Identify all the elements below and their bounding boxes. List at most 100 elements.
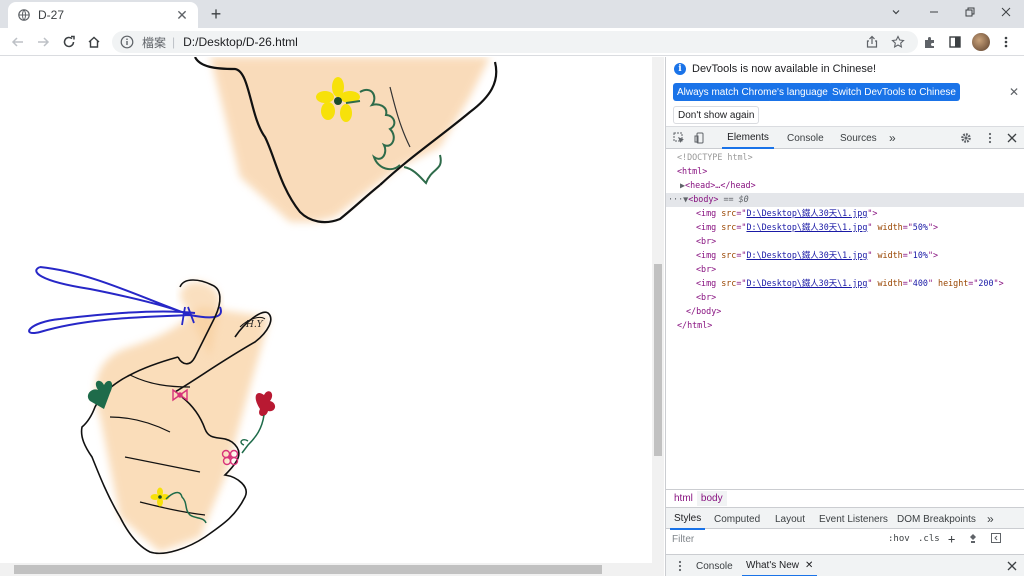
img-src-link[interactable]: D:\Desktop\鐵人30天\1.jpg [746,250,867,260]
page-vertical-scrollbar[interactable] [652,57,664,563]
profile-avatar[interactable] [972,33,990,51]
globe-icon [18,9,30,21]
more-tabs-chevron[interactable]: » [889,127,896,149]
elements-dom-tree: <!DOCTYPE html> <html> ▶<head>…</head> ·… [666,149,1024,489]
new-tab-button[interactable]: + [206,4,226,24]
kebab-menu-icon[interactable] [996,32,1016,52]
scrollbar-thumb[interactable] [654,264,662,456]
tab-computed[interactable]: Computed [714,508,760,530]
dont-show-again-button[interactable]: Don't show again [673,106,760,124]
upper-hand-drawing [194,57,498,224]
always-match-language-button[interactable]: Always match Chrome's language [673,83,832,101]
more-tabs-chevron[interactable]: » [987,508,994,530]
dom-img-4[interactable]: <img src="D:\Desktop\鐵人30天\1.jpg" width=… [666,277,1024,291]
tab-console[interactable]: Console [787,127,824,149]
breadcrumb: html body [666,489,1024,507]
tab-title: D-27 [38,8,65,22]
restore-icon[interactable] [952,0,988,24]
dom-img-2[interactable]: <img src="D:\Desktop\鐵人30天\1.jpg" width=… [666,221,1024,235]
drawer-tab-whats-new[interactable]: What's New ✕ [742,555,818,576]
height-value: 200 [978,278,994,288]
toggle-sidebar-icon[interactable] [991,532,1001,546]
add-rule-icon[interactable]: + [948,532,955,546]
home-icon[interactable] [84,32,104,52]
forward-arrow-icon[interactable] [33,32,53,52]
whats-new-label: What's New [746,559,800,571]
language-notice-bar: i DevTools is now available in Chinese! … [666,57,1024,127]
devtools-menu-icon[interactable] [982,130,998,146]
dom-img-1[interactable]: <img src="D:\Desktop\鐵人30天\1.jpg"> [666,207,1024,221]
paint-bucket-icon[interactable] [968,533,978,546]
tab-search-icon[interactable] [878,0,914,24]
extensions-puzzle-icon[interactable] [920,32,940,52]
url-divider: | [172,35,176,49]
img-src-link[interactable]: D:\Desktop\鐵人30天\1.jpg [746,278,867,288]
close-drawer-icon[interactable] [1004,558,1020,574]
share-icon[interactable] [862,32,882,52]
reload-icon[interactable] [59,32,79,52]
tab-sources[interactable]: Sources [840,127,877,149]
doctype-text: <!DOCTYPE html> [677,152,753,162]
url-scheme-label: 檔案 [142,35,167,50]
page-viewport: H.Y [0,57,652,563]
close-tab-icon[interactable]: ✕ [174,7,190,23]
class-toggle[interactable]: .cls [918,534,940,544]
dom-br[interactable]: <br> [666,263,1024,277]
bookmark-star-icon[interactable] [888,32,908,52]
close-notice-icon[interactable]: ✕ [1009,85,1019,99]
drawer-tab-bar: Console What's New ✕ [666,554,1024,576]
side-panel-icon[interactable] [945,32,965,52]
styles-filter-input[interactable]: Filter [672,534,694,545]
br-tag: <br> [696,264,717,274]
close-window-icon[interactable] [988,0,1024,24]
hover-state-toggle[interactable]: :hov [888,534,910,544]
drawer-menu-icon[interactable] [672,558,688,574]
selected-marker: == $0 [723,194,749,204]
dom-html-close[interactable]: </html> [666,319,1024,333]
inspect-element-icon[interactable] [671,130,687,146]
breadcrumb-body[interactable]: body [696,491,727,506]
width-value: 50% [912,222,928,232]
scrollbar-thumb[interactable] [14,565,602,574]
dom-html-open[interactable]: <html> [666,165,1024,179]
minimize-icon[interactable] [916,0,952,24]
info-icon: i [674,63,686,75]
devtools-panel: i DevTools is now available in Chinese! … [665,57,1024,576]
back-arrow-icon[interactable] [8,32,28,52]
dom-head[interactable]: ▶<head>…</head> [666,179,1024,193]
dom-img-3[interactable]: <img src="D:\Desktop\鐵人30天\1.jpg" width=… [666,249,1024,263]
styles-tab-bar: Styles Computed Layout Event Listeners D… [666,507,1024,530]
tab-elements[interactable]: Elements [722,127,774,149]
drawer-tab-console[interactable]: Console [696,555,733,576]
tab-layout[interactable]: Layout [775,508,805,530]
notice-message: i DevTools is now available in Chinese! [674,63,876,75]
notice-text: DevTools is now available in Chinese! [692,63,877,75]
width-value: 10% [912,250,928,260]
dom-body-selected[interactable]: ···▼<body> == $0 [666,193,1024,207]
img-src-link[interactable]: D:\Desktop\鐵人30天\1.jpg [746,208,867,218]
dom-doctype[interactable]: <!DOCTYPE html> [666,151,1024,165]
body-open-tag: <body> [688,194,719,204]
switch-to-chinese-button[interactable]: Switch DevTools to Chinese [828,83,960,101]
tab-dom-breakpoints[interactable]: DOM Breakpoints [897,508,976,530]
breadcrumb-html[interactable]: html [670,491,697,506]
img-src-link[interactable]: D:\Desktop\鐵人30天\1.jpg [746,222,867,232]
browser-tab[interactable]: D-27 ✕ [8,2,198,28]
close-drawer-tab-icon[interactable]: ✕ [805,560,813,571]
address-bar[interactable]: 檔案 | D:/Desktop/D-26.html [112,31,918,53]
svg-text:H.Y: H.Y [245,320,264,330]
ellipsis-icon[interactable]: ··· [668,194,683,204]
html-close-tag: </html> [677,320,713,330]
br-tag: <br> [696,292,717,302]
dom-br[interactable]: <br> [666,235,1024,249]
settings-gear-icon[interactable] [958,130,974,146]
dom-body-close[interactable]: </body> [666,305,1024,319]
dom-br[interactable]: <br> [666,291,1024,305]
close-devtools-icon[interactable] [1004,130,1020,146]
tab-styles[interactable]: Styles [670,508,706,530]
url-text[interactable]: D:/Desktop/D-26.html [183,35,298,49]
tab-event-listeners[interactable]: Event Listeners [819,508,888,530]
page-horizontal-scrollbar[interactable] [0,563,664,576]
info-icon[interactable] [120,35,134,49]
device-toolbar-icon[interactable] [692,130,708,146]
